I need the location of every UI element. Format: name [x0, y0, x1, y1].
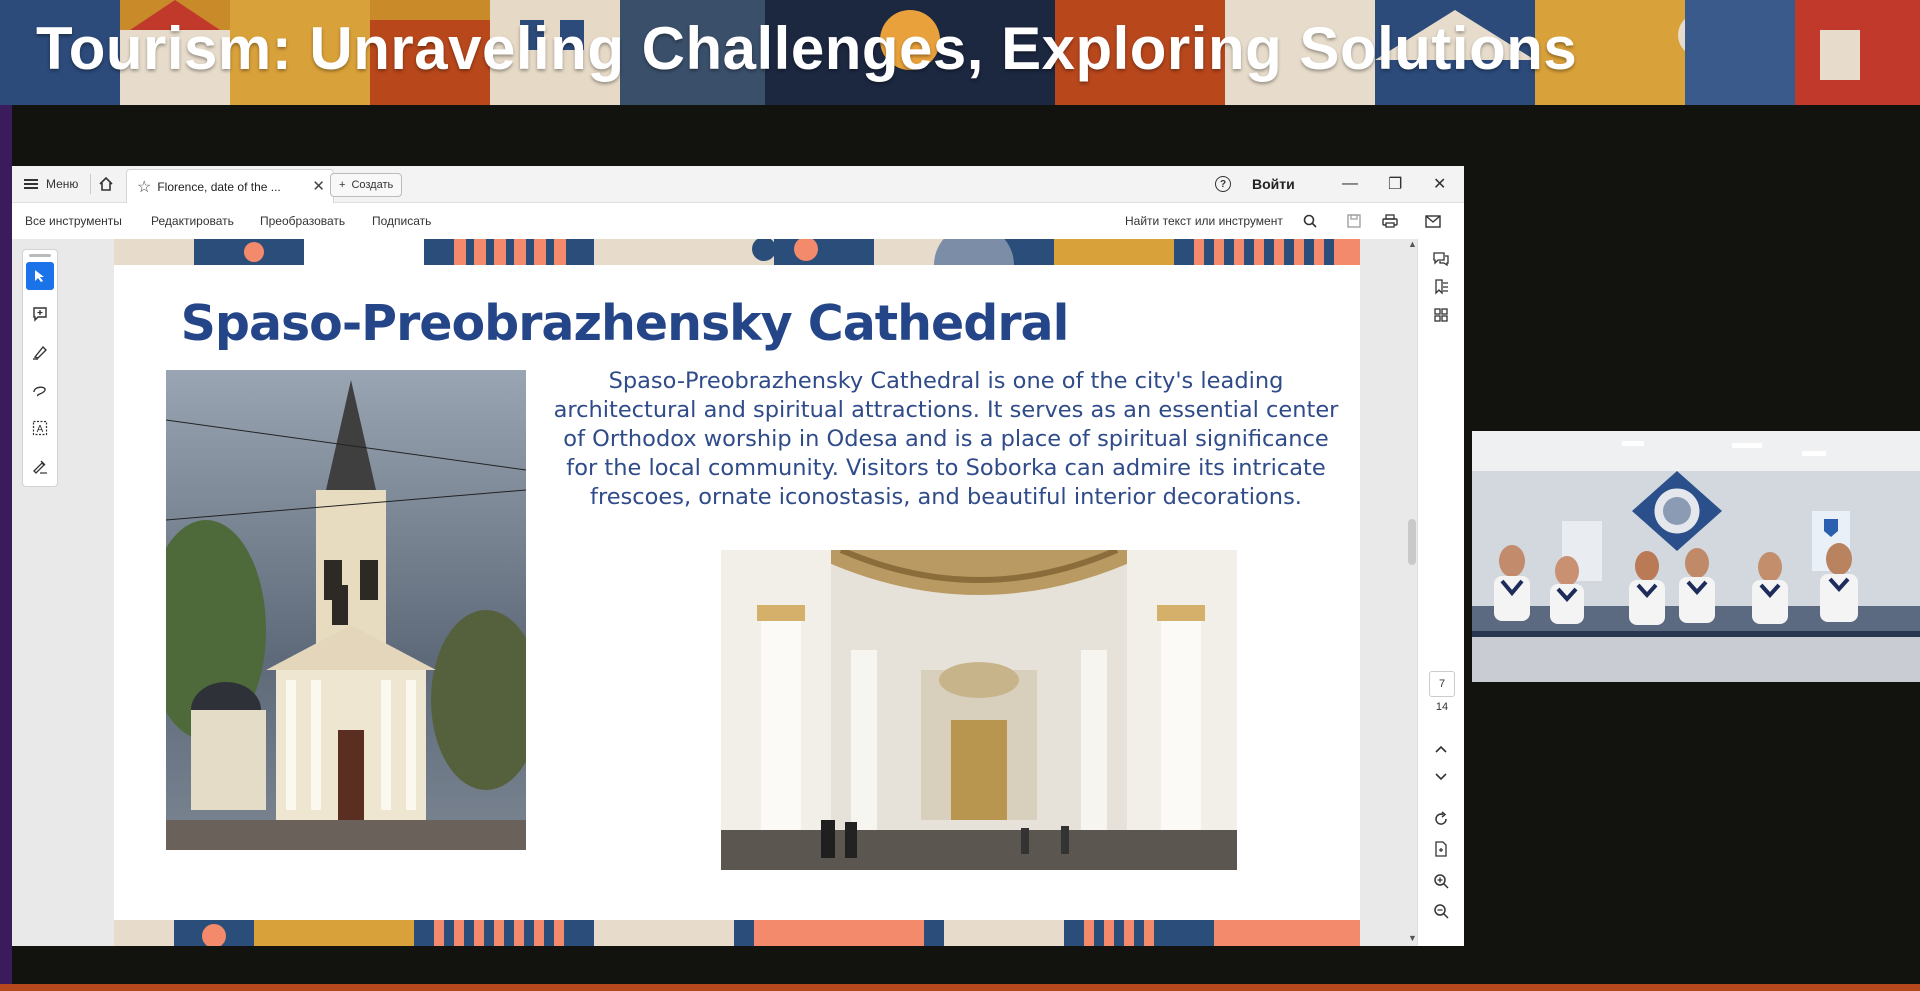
- vertical-scrollbar[interactable]: ▲ ▼: [1407, 239, 1417, 946]
- slide-top-decoration: [114, 239, 1360, 265]
- text-box-icon[interactable]: A: [26, 414, 54, 442]
- home-icon: [99, 176, 113, 191]
- slide-bottom-decoration: [114, 920, 1360, 946]
- scrollbar-thumb[interactable]: [1408, 519, 1416, 565]
- save-icon[interactable]: [1346, 213, 1362, 229]
- restore-icon[interactable]: ❐: [1388, 166, 1402, 202]
- toolbar-item-convert[interactable]: Преобразовать: [260, 203, 345, 239]
- pdf-viewer-window: Меню ☆ Florence, date of the ... ✕ + Соз…: [12, 166, 1464, 946]
- tab-title: Florence, date of the ...: [157, 179, 281, 194]
- add-comment-icon[interactable]: [26, 300, 54, 328]
- banner-title: Tourism: Unraveling Challenges, Explorin…: [36, 15, 1578, 82]
- next-page-icon[interactable]: [1431, 767, 1451, 787]
- draw-freehand-icon[interactable]: [26, 376, 54, 404]
- menu-icon: [24, 179, 38, 189]
- close-tab-icon[interactable]: ✕: [312, 177, 325, 195]
- zoom-in-icon[interactable]: [1431, 871, 1451, 891]
- thumbnails-icon[interactable]: [1431, 305, 1451, 325]
- document-viewer: A Spaso-Preobrazhensky Cathedral Spaso-P…: [12, 239, 1464, 946]
- menu-button[interactable]: Меню: [24, 166, 78, 202]
- slide-page: Spaso-Preobrazhensky Cathedral Spaso-Pre…: [114, 239, 1360, 946]
- login-button[interactable]: Войти: [1252, 166, 1295, 202]
- current-page-input[interactable]: 7: [1429, 671, 1455, 697]
- annotation-toolbar: A: [22, 249, 58, 487]
- left-edge-strip: [0, 105, 12, 991]
- bottom-edge-strip: [0, 984, 1920, 991]
- scroll-down-icon[interactable]: ▼: [1408, 933, 1417, 943]
- presenters-video-feed: [1472, 431, 1920, 682]
- title-bar: Меню ☆ Florence, date of the ... ✕ + Соз…: [12, 166, 1464, 203]
- toolbar-grip[interactable]: [29, 254, 51, 257]
- zoom-out-icon[interactable]: [1431, 901, 1451, 921]
- plus-icon: +: [339, 179, 346, 191]
- help-icon: ?: [1215, 176, 1231, 192]
- slide-title: Spaso-Preobrazhensky Cathedral: [180, 295, 1070, 352]
- highlight-pen-icon[interactable]: [26, 338, 54, 366]
- search-icon[interactable]: [1302, 213, 1318, 229]
- svg-text:A: A: [37, 424, 44, 435]
- minimize-icon[interactable]: —: [1342, 166, 1358, 202]
- toolbar-item-all-tools[interactable]: Все инструменты: [25, 203, 122, 239]
- star-icon[interactable]: ☆: [137, 177, 151, 197]
- sign-icon[interactable]: [26, 452, 54, 480]
- cathedral-exterior-photo: [166, 370, 526, 850]
- extract-page-icon[interactable]: [1431, 839, 1451, 859]
- divider: [90, 174, 91, 194]
- right-tool-rail: 7 14: [1417, 239, 1464, 946]
- bookmarks-icon[interactable]: [1431, 277, 1451, 297]
- banner: Tourism: Unraveling Challenges, Explorin…: [0, 0, 1920, 105]
- menu-label: Меню: [46, 177, 79, 191]
- tools-toolbar: Все инструменты Редактировать Преобразов…: [12, 203, 1464, 239]
- mail-icon[interactable]: [1425, 213, 1441, 229]
- select-cursor-icon[interactable]: [26, 262, 54, 290]
- cathedral-interior-photo: [721, 550, 1237, 870]
- document-tab[interactable]: ☆ Florence, date of the ... ✕: [126, 169, 334, 203]
- create-button[interactable]: + Создать: [330, 173, 403, 197]
- print-icon[interactable]: [1382, 213, 1398, 229]
- scroll-up-icon[interactable]: ▲: [1408, 239, 1417, 249]
- previous-page-icon[interactable]: [1431, 739, 1451, 759]
- search-tools-field[interactable]: Найти текст или инструмент: [1125, 203, 1283, 239]
- toolbar-item-sign[interactable]: Подписать: [372, 203, 431, 239]
- close-window-icon[interactable]: ✕: [1433, 166, 1446, 202]
- create-label: Создать: [351, 179, 394, 191]
- toolbar-item-edit[interactable]: Редактировать: [151, 203, 234, 239]
- help-button[interactable]: ?: [1215, 166, 1231, 202]
- home-button[interactable]: [98, 166, 114, 202]
- total-pages: 14: [1435, 701, 1449, 713]
- rotate-icon[interactable]: [1431, 809, 1451, 829]
- comments-icon[interactable]: [1431, 249, 1451, 269]
- slide-description: Spaso-Preobrazhensky Cathedral is one of…: [553, 368, 1339, 510]
